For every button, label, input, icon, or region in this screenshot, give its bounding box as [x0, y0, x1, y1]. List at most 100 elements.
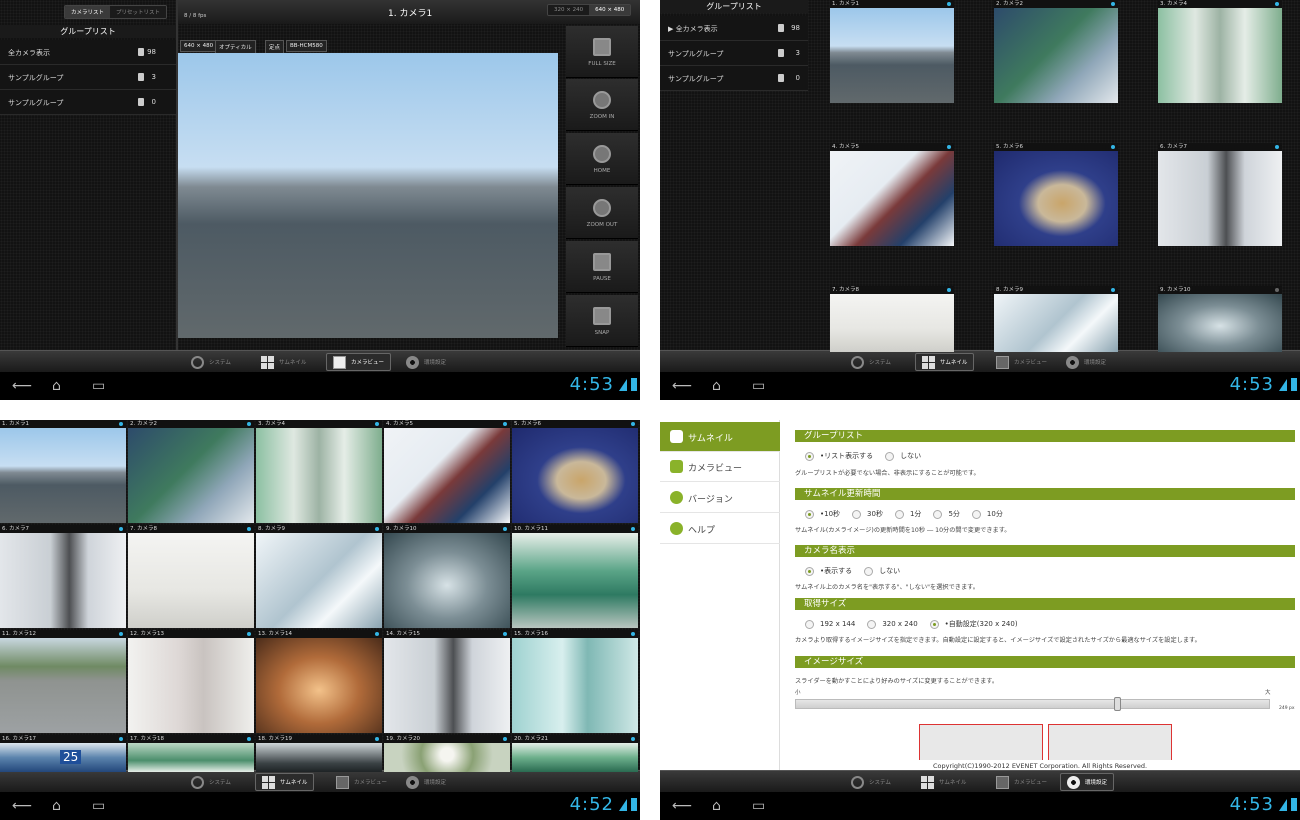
home-icon[interactable]: ⌂ — [52, 798, 61, 814]
radio-10m[interactable] — [971, 509, 981, 519]
camera-thumbnail[interactable]: 8. カメラ9 — [256, 525, 382, 628]
slider-handle[interactable] — [1114, 697, 1121, 711]
camera-thumbnail[interactable]: 7. カメラ8 — [830, 286, 954, 352]
tab-system[interactable]: システム — [185, 353, 237, 371]
recent-apps-icon[interactable]: ▭ — [92, 798, 105, 814]
radio-hide-list[interactable] — [885, 451, 895, 461]
camera-thumbnail[interactable]: 20. カメラ21 — [512, 735, 638, 772]
camera-thumbnail[interactable]: 14. カメラ15 — [384, 630, 510, 733]
camera-thumbnail[interactable]: 12. カメラ13 — [128, 630, 254, 733]
camera-list-tab[interactable]: カメラリスト — [65, 6, 111, 18]
menu-help[interactable]: ヘルプ — [660, 514, 780, 544]
camera-thumbnail[interactable]: 18. カメラ19 — [256, 735, 382, 772]
radio-30s[interactable] — [852, 509, 862, 519]
radio-show-name[interactable] — [805, 566, 814, 576]
menu-version[interactable]: バージョン — [660, 483, 780, 513]
live-camera-image[interactable] — [178, 53, 558, 338]
radio-1m[interactable] — [894, 509, 904, 519]
camera-thumbnail[interactable]: 4. カメラ5 — [384, 420, 510, 523]
group-item[interactable]: サンプルグループ 0 — [0, 90, 176, 115]
fps-readout: 8 / 8 fps — [184, 13, 207, 19]
radio-show-list[interactable] — [805, 451, 814, 461]
tab-camera-view[interactable]: カメラビュー — [330, 773, 393, 791]
pause-button[interactable]: PAUSE — [566, 241, 638, 293]
tab-system[interactable]: システム — [845, 773, 897, 791]
tab-settings[interactable]: 環境設定 — [1060, 773, 1115, 791]
radio-hide-name[interactable] — [864, 566, 874, 576]
resolution-switch[interactable]: 320 × 240 640 × 480 — [547, 4, 632, 16]
menu-thumbnail[interactable]: サムネイル — [660, 422, 788, 452]
radio-10s[interactable] — [805, 509, 814, 519]
group-item[interactable]: サンプルグループ 0 — [660, 66, 808, 91]
preset-list-tab[interactable]: プリセットリスト — [110, 6, 167, 18]
back-icon[interactable]: ⟵ — [12, 378, 32, 394]
camera-image — [994, 8, 1118, 103]
tab-camera-view[interactable]: カメラビュー — [326, 353, 392, 371]
camera-thumbnail[interactable]: 11. カメラ12 — [0, 630, 126, 733]
tab-settings[interactable]: 環境設定 — [400, 773, 452, 791]
camera-thumbnail[interactable]: 17. カメラ18 — [128, 735, 254, 772]
camera-thumbnail[interactable]: 8. カメラ9 — [994, 286, 1118, 352]
back-icon[interactable]: ⟵ — [12, 798, 32, 814]
camera-thumbnail[interactable]: 13. カメラ14 — [256, 630, 382, 733]
camera-thumbnail[interactable]: 9. カメラ10 — [384, 525, 510, 628]
home-button[interactable]: HOME — [566, 133, 638, 185]
fetch-size-description: カメラより取得するイメージサイズを指定できます。自動設定に設定すると、イメージサ… — [795, 637, 1201, 644]
group-item[interactable]: サンプルグループ 3 — [0, 65, 176, 90]
group-item[interactable]: サンプルグループ 3 — [660, 41, 808, 66]
camera-thumbnail[interactable]: 1. カメラ1 — [0, 420, 126, 523]
group-item[interactable]: ▶ 全カメラ表示 98 — [660, 16, 808, 41]
zoom-out-button[interactable]: ZOOM OUT — [566, 187, 638, 239]
camera-thumbnail[interactable]: 1. カメラ1 — [830, 0, 954, 103]
camera-thumbnail[interactable]: 10. カメラ11 — [512, 525, 638, 628]
back-icon[interactable]: ⟵ — [672, 798, 692, 814]
recent-apps-icon[interactable]: ▭ — [752, 378, 765, 394]
camera-thumbnail[interactable]: 5. カメラ6 — [512, 420, 638, 523]
radio-192[interactable] — [805, 619, 814, 629]
back-icon[interactable]: ⟵ — [672, 378, 692, 394]
group-item[interactable]: 全カメラ表示 98 — [0, 40, 176, 65]
menu-camera-view[interactable]: カメラビュー — [660, 452, 780, 482]
tab-system[interactable]: システム — [185, 773, 237, 791]
camera-thumbnail[interactable]: 3. カメラ4 — [256, 420, 382, 523]
camera-image — [384, 638, 510, 733]
camera-thumbnail[interactable]: 9. カメラ10 — [1158, 286, 1282, 352]
camera-thumbnail[interactable]: 6. カメラ7 — [0, 525, 126, 628]
tab-settings[interactable]: 環境設定 — [1060, 353, 1112, 371]
tab-camera-view[interactable]: カメラビュー — [990, 353, 1053, 371]
full-size-button[interactable]: FULL SIZE — [566, 26, 638, 78]
camera-thumbnail[interactable]: 19. カメラ20 — [384, 735, 510, 772]
list-switch[interactable]: カメラリスト プリセットリスト — [64, 5, 168, 19]
home-icon[interactable]: ⌂ — [712, 798, 721, 814]
camera-thumbnail[interactable]: 7. カメラ8 — [128, 525, 254, 628]
tab-settings[interactable]: 環境設定 — [400, 353, 452, 371]
home-icon[interactable]: ⌂ — [52, 378, 61, 394]
recent-apps-icon[interactable]: ▭ — [752, 798, 765, 814]
tab-camera-view[interactable]: カメラビュー — [990, 773, 1053, 791]
image-size-slider[interactable] — [795, 697, 1270, 711]
tab-thumbnail[interactable]: サムネイル — [255, 353, 312, 371]
camera-thumbnail[interactable]: 3. カメラ4 — [1158, 0, 1282, 103]
camera-thumbnail[interactable]: 15. カメラ16 — [512, 630, 638, 733]
home-icon[interactable]: ⌂ — [712, 378, 721, 394]
camera-thumbnail[interactable]: 2. カメラ2 — [128, 420, 254, 523]
group-count: 3 — [151, 73, 156, 81]
res-640[interactable]: 640 × 480 — [589, 5, 631, 15]
tab-thumbnail[interactable]: サムネイル — [915, 773, 972, 791]
radio-5m[interactable] — [933, 509, 943, 519]
res-320[interactable]: 320 × 240 — [548, 5, 590, 15]
tab-label: カメラビュー — [1014, 780, 1048, 786]
radio-320[interactable] — [867, 619, 877, 629]
tab-system[interactable]: システム — [845, 353, 897, 371]
camera-thumbnail[interactable]: 4. カメラ5 — [830, 143, 954, 246]
tab-thumbnail[interactable]: サムネイル — [255, 773, 315, 791]
recent-apps-icon[interactable]: ▭ — [92, 378, 105, 394]
camera-thumbnail[interactable]: 6. カメラ7 — [1158, 143, 1282, 246]
camera-thumbnail[interactable]: 5. カメラ6 — [994, 143, 1118, 246]
status-dot — [375, 527, 379, 531]
tab-thumbnail[interactable]: サムネイル — [915, 353, 975, 371]
snap-button[interactable]: SNAP — [566, 295, 638, 347]
camera-thumbnail[interactable]: 2. カメラ2 — [994, 0, 1118, 103]
zoom-in-button[interactable]: ZOOM IN — [566, 79, 638, 131]
radio-auto[interactable] — [929, 619, 939, 629]
